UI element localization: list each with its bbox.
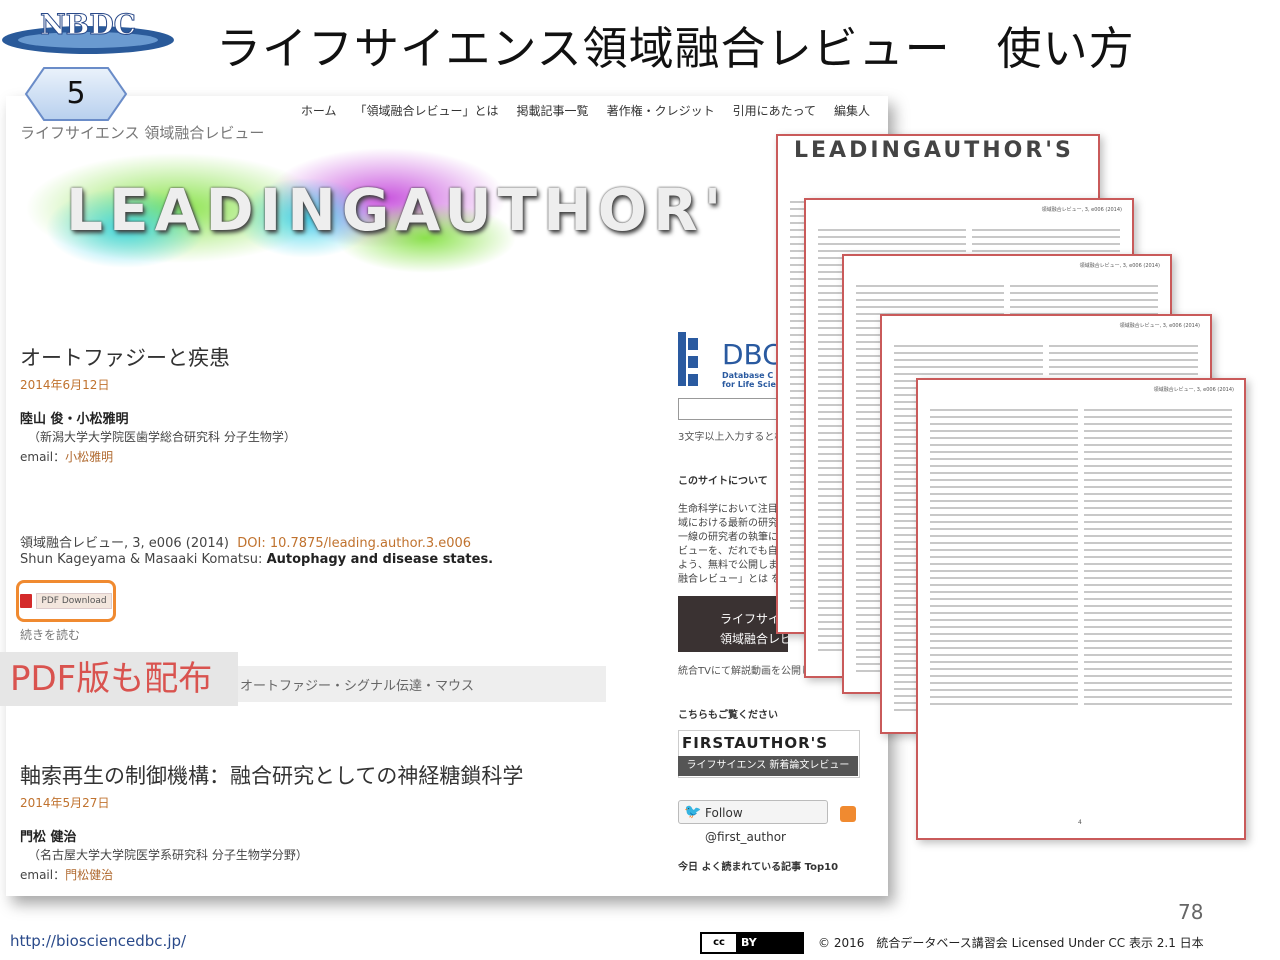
citation-doi-link[interactable]: DOI: 10.7875/leading.author.3.e006 — [237, 536, 471, 551]
pdf-page-header: 領域融合レビュー, 3, e006 (2014) — [1079, 263, 1160, 269]
about-text: 域における最新の研究 — [678, 518, 778, 529]
article-date: 2014年6月12日 — [20, 378, 110, 392]
email-label: email： — [20, 450, 66, 464]
site-search-input[interactable] — [678, 398, 790, 420]
slide-title: ライフサイエンス領域融合レビュー 使い方 — [216, 22, 1135, 75]
pdf-page-front: 領域融合レビュー, 3, e006 (2014) 4 — [916, 378, 1246, 840]
first-author-subtitle: ライフサイエンス 新着論文レビュー — [678, 756, 858, 776]
article-authors: 陸山 俊・小松雅明 — [20, 412, 129, 427]
pdf-page-header: 領域融合レビュー, 3, e006 (2014) — [1153, 387, 1234, 393]
article-title[interactable]: オートファジーと疾患 — [20, 342, 230, 372]
step-number: 5 — [66, 76, 86, 111]
citation-line: 領域融合レビュー, 3, e006 (2014) DOI: 10.7875/le… — [20, 532, 471, 551]
about-text: よう、無料で公開しま — [678, 560, 778, 571]
about-text: 融合レビュー」とは をご — [678, 574, 792, 585]
nav-home[interactable]: ホーム — [301, 102, 337, 119]
twitter-bird-icon: 🐦 — [684, 804, 702, 820]
pdf-download-label: PDF Download — [36, 593, 112, 609]
slide-page-number: 78 — [1178, 900, 1204, 924]
pdf-page-title: LEADINGAUTHOR'S — [794, 138, 1074, 163]
about-text: 一線の研究者の執筆に — [678, 532, 778, 543]
article-authors: 門松 健治 — [20, 830, 77, 845]
pdf-download-button[interactable]: PDF Download — [16, 580, 116, 622]
footer-url-link[interactable]: http://biosciencedbc.jp/ — [10, 932, 186, 950]
cc-by-badge: cc BY — [700, 932, 804, 954]
article-email: email：門松健治 — [20, 866, 113, 883]
citation-title: Autophagy and disease states. — [266, 552, 494, 567]
email-label: email： — [20, 868, 66, 882]
nav-citation[interactable]: 引用にあたって — [733, 102, 816, 119]
pdf-page-number: 4 — [1078, 819, 1082, 826]
pdf-page-header: 領域融合レビュー, 3, e006 (2014) — [1041, 207, 1122, 213]
article-tags[interactable]: オートファジー・シグナル伝達・マウス — [240, 675, 474, 694]
pdf-callout-text: PDF版も配布 — [10, 659, 213, 699]
banner-text: LEADINGAUTHOR' — [66, 176, 728, 244]
article-email: email：小松雅明 — [20, 448, 113, 465]
site-subtitle: ライフサイエンス 領域融合レビュー — [20, 124, 265, 142]
citation-authors-line: Shun Kageyama & Masaaki Komatsu: Autopha… — [20, 552, 493, 567]
article-title[interactable]: 軸索再生の制御機構：融合研究としての神経糖鎖科学 — [20, 760, 523, 790]
citation-authors: Shun Kageyama & Masaaki Komatsu: — [20, 552, 263, 567]
website-screenshot: ホーム 「領域融合レビュー」とは 掲載記事一覧 著作権・クレジット 引用にあたっ… — [6, 96, 888, 896]
pdf-page-header: 領域融合レビュー, 3, e006 (2014) — [1119, 323, 1200, 329]
nav-copyright[interactable]: 著作権・クレジット — [607, 102, 715, 119]
svg-text:for Life Scie: for Life Scie — [722, 380, 776, 389]
by-label: BY — [741, 936, 757, 949]
email-link[interactable]: 門松健治 — [65, 868, 113, 882]
nav-editor[interactable]: 編集人 — [834, 102, 870, 119]
site-nav: ホーム 「領域融合レビュー」とは 掲載記事一覧 著作権・クレジット 引用にあたっ… — [301, 102, 870, 119]
logo-text: NBDC — [40, 8, 136, 41]
email-link[interactable]: 小松雅明 — [65, 450, 113, 464]
first-author-title: FIRSTAUTHOR'S — [682, 734, 829, 752]
svg-text:Database C: Database C — [722, 371, 773, 380]
nav-articles[interactable]: 掲載記事一覧 — [517, 102, 589, 119]
footer-license: © 2016 統合データベース講習会 Licensed Under CC 表示 … — [818, 936, 1204, 950]
article-affiliation: （名古屋大学大学院医学系研究科 分子生物学分野） — [28, 848, 308, 862]
search-hint: 3文字以上入力すると検 — [678, 432, 785, 443]
citation-journal: 領域融合レビュー, 3, e006 (2014) — [20, 536, 229, 551]
nav-about[interactable]: 「領域融合レビュー」とは — [355, 102, 499, 119]
read-more-link[interactable]: 続きを読む — [20, 626, 80, 643]
article-date: 2014年5月27日 — [20, 796, 110, 810]
dbcls-name: DBC — [722, 338, 782, 371]
nbdc-logo: NBDC — [2, 8, 174, 54]
rss-icon[interactable] — [840, 806, 856, 822]
popular-articles-heading: 今日 よく読まれている記事 Top10 — [678, 862, 839, 873]
pdf-icon — [20, 594, 33, 608]
about-text: ビューを、だれでも自由 — [678, 546, 788, 557]
about-text: 生命科学において注目 — [678, 504, 778, 515]
about-heading: このサイトについて — [678, 476, 768, 487]
cc-icon: cc — [701, 933, 737, 953]
see-also-heading: こちらもご覧ください — [678, 710, 778, 721]
article-affiliation: （新潟大学大学院医歯学総合研究科 分子生物学） — [28, 430, 296, 444]
